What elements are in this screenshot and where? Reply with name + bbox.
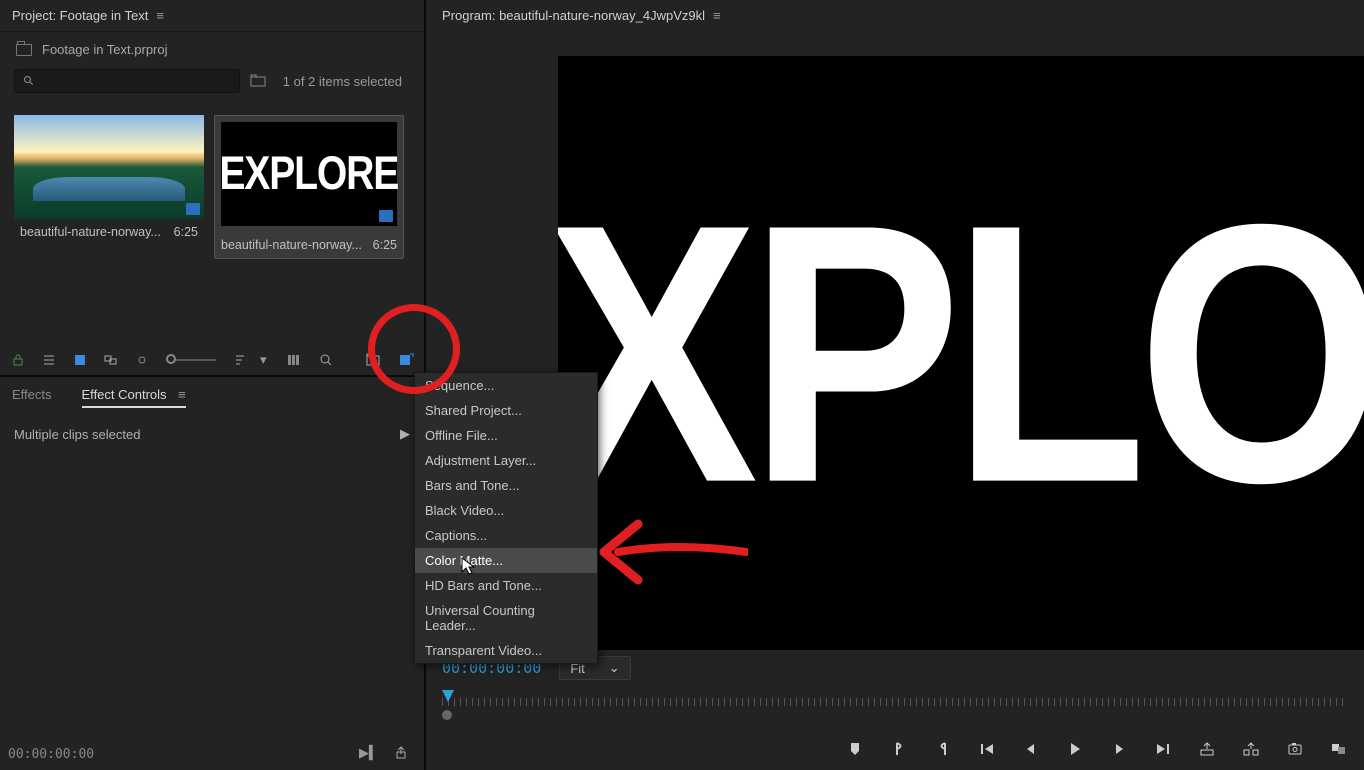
selection-count-label: 1 of 2 items selected (283, 74, 402, 89)
ctx-adjustment-layer[interactable]: Adjustment Layer... (415, 448, 597, 473)
ctx-black-video[interactable]: Black Video... (415, 498, 597, 523)
search-input[interactable] (14, 69, 240, 93)
clip-name: beautiful-nature-norway... (20, 225, 161, 239)
ctx-transparent-video[interactable]: Transparent Video... (415, 638, 597, 663)
effects-panel: Effects Effect Controls ≡ Multiple clips… (0, 377, 424, 770)
export-icon[interactable] (392, 744, 410, 762)
find-icon[interactable] (319, 351, 334, 369)
ctx-color-matte[interactable]: Color Matte... (415, 548, 597, 573)
program-monitor-viewport[interactable]: EXPLORE (558, 56, 1364, 650)
panel-divider[interactable] (0, 375, 424, 377)
panel-menu-icon[interactable]: ≡ (178, 387, 186, 402)
lock-icon[interactable] (10, 351, 25, 369)
comparison-view-button[interactable] (1330, 740, 1348, 758)
mark-out-button[interactable] (934, 740, 952, 758)
tab-effects[interactable]: Effects (12, 387, 52, 408)
sort-icon[interactable] (232, 351, 247, 369)
ctx-universal-counting-leader[interactable]: Universal Counting Leader... (415, 598, 597, 638)
chevron-down-icon[interactable]: ▾ (256, 351, 271, 369)
step-forward-button[interactable] (1110, 740, 1128, 758)
program-timeline-ruler[interactable] (442, 690, 1348, 720)
new-bin-icon[interactable] (366, 351, 382, 369)
transport-controls (846, 740, 1348, 758)
effects-footer-icons: ▶▍ (360, 744, 410, 762)
project-toolbar: ▾ (10, 351, 414, 369)
play-arrow-icon[interactable]: ▶ (400, 426, 410, 442)
clip-thumbnail[interactable]: beautiful-nature-norway... 6:25 (14, 115, 204, 259)
go-to-in-button[interactable] (978, 740, 996, 758)
ctx-captions[interactable]: Captions... (415, 523, 597, 548)
extract-button[interactable] (1242, 740, 1260, 758)
mark-in-button[interactable] (890, 740, 908, 758)
icon-view-icon[interactable] (72, 351, 87, 369)
project-file-row: Footage in Text.prproj (0, 32, 424, 63)
effect-controls-status: Multiple clips selected (14, 427, 140, 442)
ctx-offline-file[interactable]: Offline File... (415, 423, 597, 448)
ctx-hd-bars-and-tone[interactable]: HD Bars and Tone... (415, 573, 597, 598)
clip-thumbnail-image: EXPLORE (221, 122, 397, 226)
add-marker-button[interactable] (846, 740, 864, 758)
program-panel-title: Program: beautiful-nature-norway_4JwpVz9… (442, 8, 705, 23)
search-icon (23, 75, 35, 87)
tab-effect-controls[interactable]: Effect Controls ≡ (82, 387, 186, 408)
panel-menu-icon[interactable]: ≡ (713, 8, 721, 23)
project-search-row: 1 of 2 items selected (0, 63, 424, 99)
panel-menu-icon[interactable]: ≡ (156, 8, 164, 23)
automate-to-sequence-icon[interactable] (287, 351, 303, 369)
project-panel-title: Project: Footage in Text (12, 8, 148, 23)
project-panel-header: Project: Footage in Text ≡ (0, 0, 424, 32)
play-button[interactable] (1066, 740, 1084, 758)
sequence-badge-icon (379, 210, 393, 222)
project-panel: Project: Footage in Text ≡ Footage in Te… (0, 0, 424, 375)
project-file-name: Footage in Text.prproj (42, 42, 168, 57)
effects-tabs: Effects Effect Controls ≡ (0, 377, 424, 416)
project-thumbnails: beautiful-nature-norway... 6:25 EXPLORE … (0, 99, 424, 267)
export-frame-button[interactable] (1286, 740, 1304, 758)
new-item-button[interactable] (398, 351, 414, 369)
list-view-icon[interactable] (41, 351, 56, 369)
new-bin-shortcut-icon[interactable] (246, 74, 270, 88)
zoom-slider-min-icon (135, 351, 150, 369)
clip-name: beautiful-nature-norway... (221, 238, 362, 252)
video-badge-icon (186, 203, 200, 215)
lift-button[interactable] (1198, 740, 1216, 758)
chevron-down-icon: ⌄ (609, 660, 620, 676)
ruler-ticks (442, 698, 1348, 706)
clip-thumbnail-image (14, 115, 204, 219)
go-to-out-button[interactable] (1154, 740, 1172, 758)
new-item-context-menu: Sequence... Shared Project... Offline Fi… (414, 372, 598, 664)
zoom-handle-icon[interactable] (442, 710, 452, 720)
thumbnail-zoom-slider[interactable] (166, 359, 217, 361)
effect-controls-status-row: Multiple clips selected ▶ (0, 416, 424, 452)
program-panel-header: Program: beautiful-nature-norway_4JwpVz9… (426, 0, 1364, 31)
ctx-sequence[interactable]: Sequence... (415, 373, 597, 398)
clip-thumbnail[interactable]: EXPLORE beautiful-nature-norway... 6:25 (214, 115, 404, 259)
freeform-view-icon[interactable] (104, 351, 119, 369)
ctx-bars-and-tone[interactable]: Bars and Tone... (415, 473, 597, 498)
step-back-button[interactable] (1022, 740, 1040, 758)
effects-timecode[interactable]: 00:00:00:00 (8, 747, 94, 762)
clip-duration: 6:25 (373, 238, 397, 252)
bin-icon (16, 44, 32, 56)
clip-duration: 6:25 (174, 225, 198, 239)
program-title-text: EXPLORE (558, 141, 1364, 564)
ctx-shared-project[interactable]: Shared Project... (415, 398, 597, 423)
title-text: EXPLORE (220, 147, 399, 202)
play-stop-icon[interactable]: ▶▍ (360, 744, 378, 762)
